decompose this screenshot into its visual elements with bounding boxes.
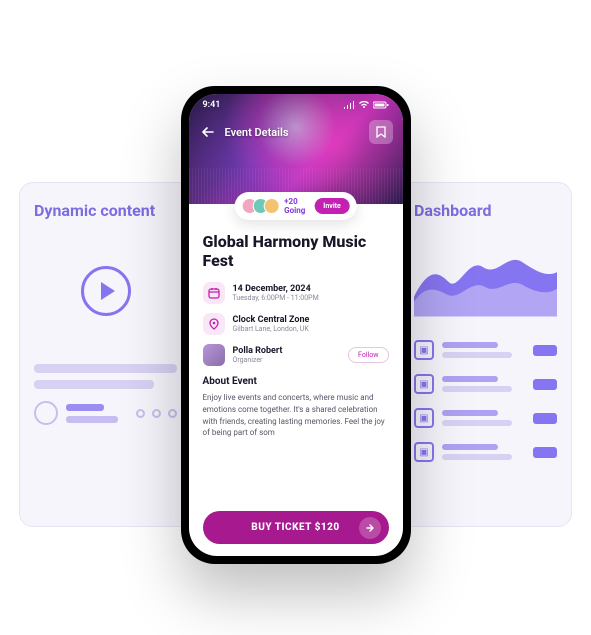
card-title: Dashboard [414, 201, 557, 220]
date-row[interactable]: 14 December, 2024Tuesday, 6:00PM - 11:00… [203, 282, 389, 304]
wifi-icon [358, 101, 370, 109]
list-item: ▣ [414, 442, 557, 462]
avatar [263, 198, 279, 214]
location-row[interactable]: Clock Central ZoneGilbart Lane, London, … [203, 313, 389, 335]
attendee-avatars [241, 198, 279, 214]
placeholder-row [34, 401, 177, 425]
page-title: Event Details [225, 126, 289, 139]
going-pill[interactable]: +20 Going Invite [234, 192, 357, 220]
about-heading: About Event [203, 376, 389, 387]
event-title: Global Harmony Music Fest [203, 232, 389, 270]
area-chart-icon [414, 232, 557, 322]
date-primary: 14 December, 2024 [233, 284, 319, 294]
play-icon[interactable] [81, 266, 131, 316]
image-icon: ▣ [414, 340, 434, 360]
arrow-left-icon [201, 125, 215, 139]
back-button[interactable] [199, 125, 217, 139]
follow-button[interactable]: Follow [348, 347, 388, 363]
arrow-right-icon [359, 517, 381, 539]
location-primary: Clock Central Zone [233, 315, 310, 325]
placeholder-line [34, 364, 177, 373]
list-item: ▣ [414, 374, 557, 394]
phone-frame: 9:41 Event Details +20 Going Invite [181, 86, 411, 564]
bookmark-icon [376, 126, 386, 138]
location-icon [203, 313, 225, 335]
organizer-avatar [203, 344, 225, 366]
text-fade [189, 470, 403, 510]
event-hero-image: 9:41 Event Details [189, 94, 403, 204]
about-text: Enjoy live events and concerts, where mu… [203, 392, 389, 438]
invite-button[interactable]: Invite [314, 198, 350, 214]
buy-ticket-label: BUY TICKET $120 [251, 522, 339, 533]
date-secondary: Tuesday, 6:00PM - 11:00PM [233, 294, 319, 302]
status-time: 9:41 [203, 100, 221, 110]
image-icon: ▣ [414, 374, 434, 394]
dot-icon [168, 409, 177, 418]
dashboard-card: Dashboard ▣ ▣ ▣ ▣ [399, 182, 572, 527]
avatar-placeholder [34, 401, 58, 425]
list-item: ▣ [414, 340, 557, 360]
placeholder-line [34, 380, 154, 389]
going-count: +20 Going [284, 197, 305, 215]
dynamic-content-card: Dynamic content [19, 182, 192, 527]
bookmark-button[interactable] [369, 120, 393, 144]
status-bar: 9:41 [189, 100, 403, 110]
organizer-role: Organizer [233, 356, 283, 364]
calendar-icon [203, 282, 225, 304]
location-secondary: Gilbart Lane, London, UK [233, 325, 310, 333]
image-icon: ▣ [414, 408, 434, 428]
phone-screen: 9:41 Event Details +20 Going Invite [189, 94, 403, 556]
signal-icon [343, 101, 355, 109]
page-header: Event Details [189, 120, 403, 144]
image-icon: ▣ [414, 442, 434, 462]
organizer-row[interactable]: Polla RobertOrganizer Follow [203, 344, 389, 366]
event-body: Global Harmony Music Fest 14 December, 2… [189, 204, 403, 556]
list-item: ▣ [414, 408, 557, 428]
dot-icon [152, 409, 161, 418]
organizer-name: Polla Robert [233, 346, 283, 356]
card-title: Dynamic content [34, 201, 177, 220]
dot-icon [136, 409, 145, 418]
battery-icon [373, 101, 389, 109]
buy-ticket-button[interactable]: BUY TICKET $120 [203, 511, 389, 544]
